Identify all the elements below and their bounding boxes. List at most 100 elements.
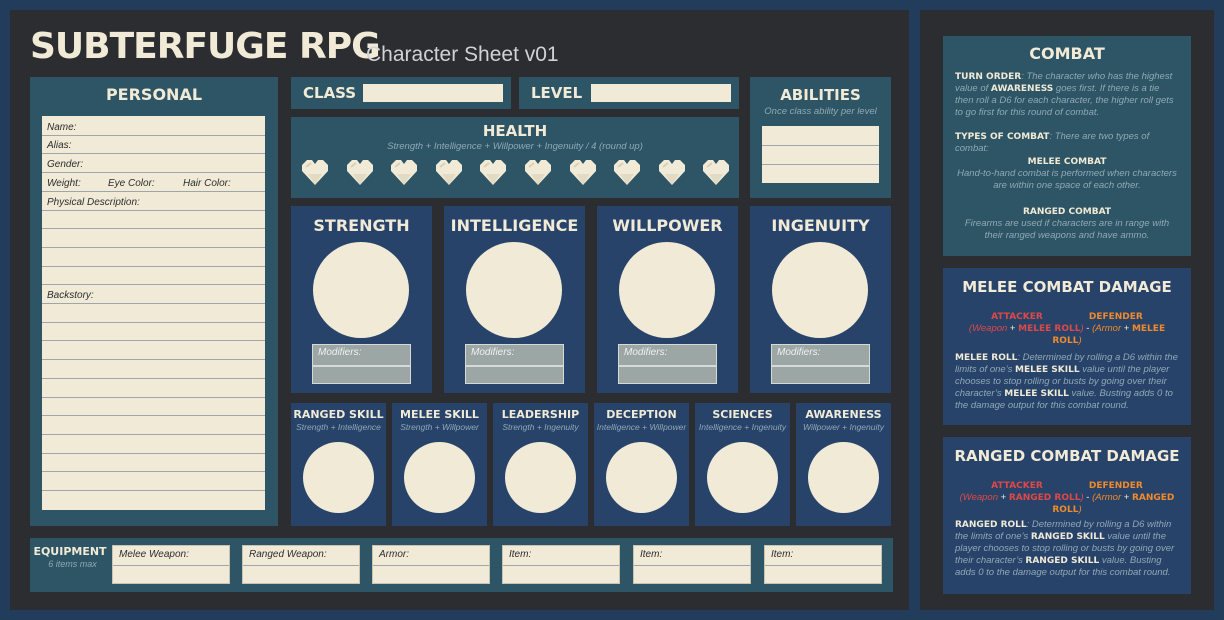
attribute-title: INGENUITY: [771, 216, 870, 235]
gender-label: Gender:: [47, 159, 84, 170]
equipment-slot-label: Item:: [509, 549, 532, 560]
skill-formula: Intelligence + Willpower: [596, 422, 687, 432]
attribute-box-strength: STRENGTH Modifiers:: [291, 206, 432, 393]
skill-formula: Strength + Intelligence: [296, 422, 381, 432]
equipment-slot-label: Melee Weapon:: [119, 549, 189, 560]
equipment-slot[interactable]: Item:: [633, 545, 751, 584]
eye-color-label: Eye Color:: [108, 178, 155, 189]
class-section: CLASS: [291, 77, 511, 109]
melee-damage-section: MELEE COMBAT DAMAGE ATTACKER DEFENDER (We…: [943, 268, 1191, 425]
ranged-roll-description: RANGED ROLL: Determined by rolling a D6 …: [955, 519, 1175, 578]
heart-icon[interactable]: [434, 158, 464, 186]
skill-title: RANGED SKILL: [293, 408, 384, 421]
hair-color-label: Hair Color:: [183, 178, 231, 189]
skill-title: SCIENCES: [712, 408, 773, 421]
health-section: HEALTH Strength + Intelligence + Willpow…: [291, 117, 739, 198]
skill-box-leadership: LEADERSHIP Strength + Ingenuity: [493, 403, 588, 526]
melee-roll-description: MELEE ROLL: Determined by rolling a D6 w…: [955, 352, 1178, 411]
skill-formula: Intelligence + Ingenuity: [698, 422, 787, 432]
attribute-box-intelligence: INTELLIGENCE Modifiers:: [444, 206, 585, 393]
modifiers-field[interactable]: Modifiers:: [465, 344, 564, 384]
equipment-slot-label: Armor:: [379, 549, 409, 560]
modifiers-field[interactable]: Modifiers:: [312, 344, 411, 384]
health-title: HEALTH: [482, 122, 548, 140]
abilities-input[interactable]: [762, 126, 879, 183]
skill-formula: Willpower + Ingenuity: [803, 422, 884, 432]
equipment-slot[interactable]: Item:: [764, 545, 882, 584]
heart-icon[interactable]: [478, 158, 508, 186]
heart-icon[interactable]: [523, 158, 553, 186]
ranged-damage-title: RANGED COMBAT DAMAGE: [954, 447, 1180, 465]
page-title: SUBTERFUGE RPG: [30, 26, 381, 67]
equipment-slot-label: Item:: [771, 549, 794, 560]
attribute-score[interactable]: [313, 242, 409, 338]
heart-icon[interactable]: [657, 158, 687, 186]
personal-form[interactable]: Name: Alias: Gender: Weight: Eye Color: …: [42, 116, 265, 510]
attribute-score[interactable]: [772, 242, 868, 338]
alias-label: Alias:: [47, 140, 72, 151]
skill-box-melee-skill: MELEE SKILL Strength + Willpower: [392, 403, 487, 526]
ranged-combat-text: RANGED COMBAT Firearms are used if charac…: [964, 207, 1170, 241]
types-of-combat-text: TYPES OF COMBAT: There are two types of …: [955, 131, 1150, 154]
ranged-damage-formula: ATTACKER DEFENDER (Weapon + RANGED ROLL) …: [959, 481, 1175, 515]
level-input[interactable]: [591, 84, 731, 102]
heart-icon[interactable]: [389, 158, 419, 186]
skill-score[interactable]: [303, 442, 374, 513]
skill-score[interactable]: [404, 442, 475, 513]
name-label: Name:: [47, 122, 77, 133]
equipment-subtitle: 6 items max: [48, 559, 97, 569]
melee-combat-text: MELEE COMBAT Hand-to-hand combat is perfo…: [957, 157, 1177, 191]
skill-score[interactable]: [606, 442, 677, 513]
skill-score[interactable]: [707, 442, 778, 513]
skill-box-sciences: SCIENCES Intelligence + Ingenuity: [695, 403, 790, 526]
skill-formula: Strength + Willpower: [400, 422, 479, 432]
equipment-title: EQUIPMENT: [33, 545, 107, 558]
backstory-label: Backstory:: [47, 290, 94, 301]
skill-title: LEADERSHIP: [501, 408, 580, 421]
skill-score[interactable]: [505, 442, 576, 513]
heart-icon[interactable]: [345, 158, 375, 186]
class-input[interactable]: [363, 84, 503, 102]
combat-title: COMBAT: [1029, 44, 1105, 63]
skill-box-deception: DECEPTION Intelligence + Willpower: [594, 403, 689, 526]
combat-section: COMBAT TURN ORDER: The character who has…: [943, 36, 1191, 256]
modifiers-field[interactable]: Modifiers:: [618, 344, 717, 384]
page-subtitle: Character Sheet v01: [366, 43, 559, 66]
level-section: LEVEL: [519, 77, 739, 109]
equipment-slot[interactable]: Ranged Weapon:: [242, 545, 360, 584]
equipment-slot[interactable]: Item:: [502, 545, 620, 584]
skill-title: MELEE SKILL: [400, 408, 479, 421]
attribute-box-willpower: WILLPOWER Modifiers:: [597, 206, 738, 393]
attribute-title: WILLPOWER: [612, 216, 723, 235]
attribute-score[interactable]: [466, 242, 562, 338]
physical-description-label: Physical Description:: [47, 197, 140, 208]
skill-title: DECEPTION: [606, 408, 677, 421]
melee-damage-formula: ATTACKER DEFENDER (Weapon + MELEE ROLL) -…: [968, 312, 1166, 346]
abilities-title: ABILITIES: [780, 86, 861, 104]
heart-icon[interactable]: [568, 158, 598, 186]
skill-title: AWARENESS: [805, 408, 882, 421]
level-label: LEVEL: [531, 84, 583, 102]
equipment-slot-label: Ranged Weapon:: [249, 549, 327, 560]
skill-box-awareness: AWARENESS Willpower + Ingenuity: [796, 403, 891, 526]
weight-label: Weight:: [47, 178, 81, 189]
abilities-subtitle: Once class ability per level: [764, 106, 877, 117]
heart-icon[interactable]: [701, 158, 731, 186]
attribute-score[interactable]: [619, 242, 715, 338]
turn-order-text: TURN ORDER: The character who has the hi…: [955, 71, 1174, 118]
abilities-section: ABILITIES Once class ability per level: [750, 77, 891, 198]
heart-icon[interactable]: [612, 158, 642, 186]
skill-score[interactable]: [808, 442, 879, 513]
heart-icon[interactable]: [300, 158, 330, 186]
equipment-slot[interactable]: Armor:: [372, 545, 490, 584]
skill-formula: Strength + Ingenuity: [502, 422, 579, 432]
equipment-slot-label: Item:: [640, 549, 663, 560]
attribute-box-ingenuity: INGENUITY Modifiers:: [750, 206, 891, 393]
attribute-title: STRENGTH: [313, 216, 410, 235]
equipment-slot[interactable]: Melee Weapon:: [112, 545, 230, 584]
health-formula: Strength + Intelligence + Willpower + In…: [387, 141, 643, 152]
attribute-title: INTELLIGENCE: [450, 216, 579, 235]
modifiers-field[interactable]: Modifiers:: [771, 344, 870, 384]
personal-title: PERSONAL: [105, 85, 203, 104]
ranged-damage-section: RANGED COMBAT DAMAGE ATTACKER DEFENDER (W…: [943, 437, 1191, 594]
